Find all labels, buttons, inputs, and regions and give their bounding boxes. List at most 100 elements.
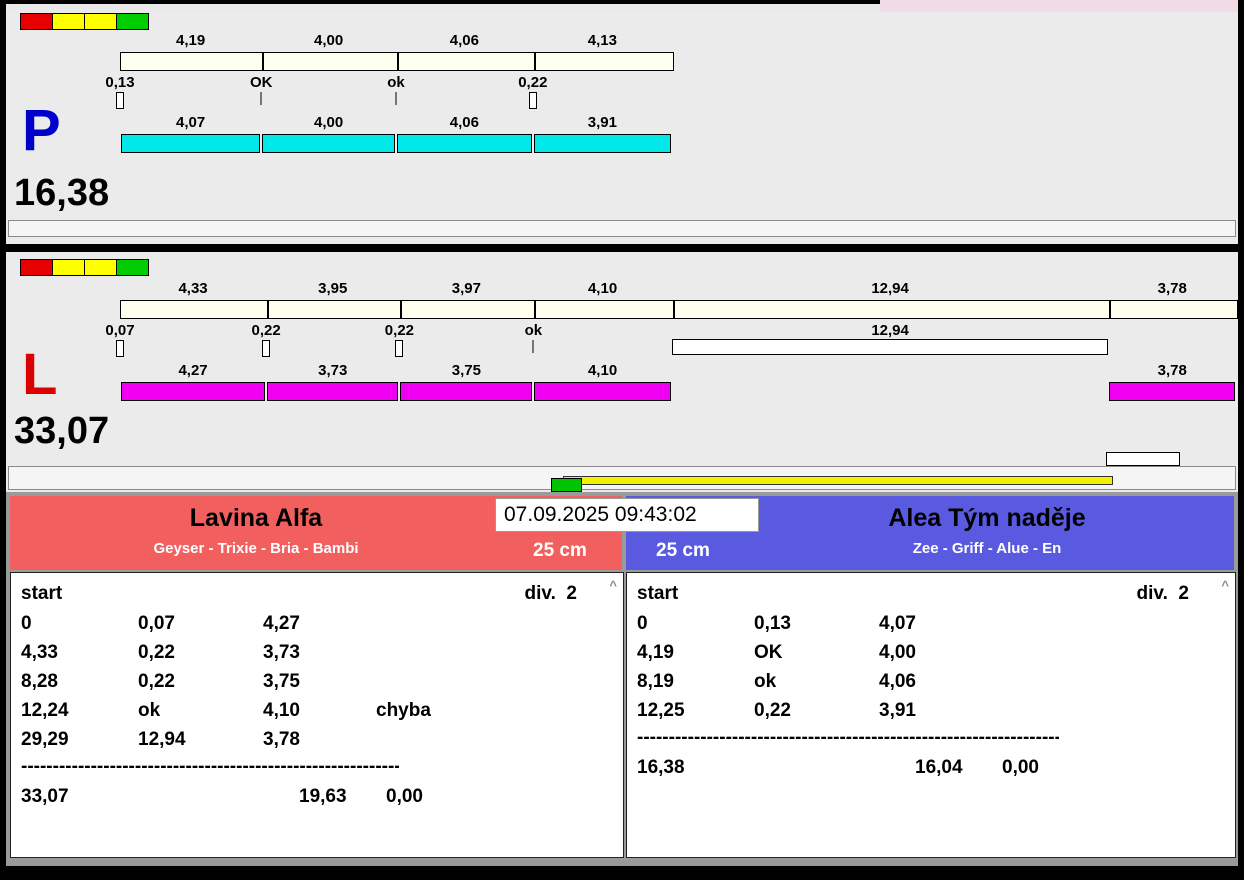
split-time-top: 4,06: [449, 32, 479, 49]
status-light: [20, 13, 53, 30]
split-time-top: 3,97: [451, 280, 481, 297]
results-section: Lavina Alfa Geyser - Trixie - Bria - Bam…: [6, 492, 1238, 866]
results-cell: chyba: [376, 700, 431, 721]
segment-divider: [397, 53, 399, 70]
results-cell: 0,13: [754, 613, 791, 634]
gap-time-label: ok: [524, 322, 543, 339]
results-cell: 3,91: [879, 700, 916, 721]
split-time-bottom: 3,78: [1157, 362, 1187, 379]
status-light: [84, 259, 117, 276]
panel-divider: [6, 244, 1238, 252]
status-light: [84, 13, 117, 30]
segment-divider: [672, 301, 675, 318]
gap-tick: [116, 340, 124, 357]
results-row: 29,29 12,94 3,78: [11, 729, 623, 756]
gap-tick: [395, 92, 397, 105]
split-time-top: 4,19: [175, 32, 206, 49]
total-cell: 0,00: [386, 786, 423, 807]
race-progress-bar: [563, 476, 1113, 485]
gap-tick: [532, 340, 534, 353]
split-time-top: 3,78: [1157, 280, 1187, 297]
results-row: 4,19 OK 4,00: [627, 642, 1235, 669]
lane-p-progress-track: [8, 220, 1236, 237]
results-header-row: start div. 2: [11, 583, 623, 610]
results-row: 8,19 ok 4,06: [627, 671, 1235, 698]
separator-row: ----------------------------------------…: [21, 756, 399, 777]
start-label: start: [637, 583, 679, 604]
results-cell: 4,27: [263, 613, 300, 634]
split-bar-bottom: [400, 382, 533, 401]
results-cell: 12,25: [637, 700, 685, 721]
results-row: 4,33 0,22 3,73: [11, 642, 623, 669]
split-bar-bottom: [397, 134, 532, 153]
team-left-name: Lavina Alfa: [189, 504, 323, 532]
segment-divider: [534, 301, 537, 318]
gap-time-label: ok: [387, 74, 405, 91]
split-time-bottom: 4,07: [175, 114, 206, 131]
results-cell: 0,22: [754, 700, 791, 721]
gap-time-label: 0,22: [518, 74, 548, 91]
results-cell: 4,33: [21, 642, 58, 663]
status-light: [20, 259, 53, 276]
split-time-bottom: 4,06: [449, 114, 479, 131]
total-row: 33,07 19,63 0,00: [11, 786, 623, 813]
results-cell: 0: [21, 613, 32, 634]
team-left-members: Geyser - Trixie - Bria - Bambi: [153, 540, 359, 557]
division-label: div. 2: [1136, 583, 1189, 604]
split-time-top: 4,33: [178, 280, 208, 297]
results-row: 12,24 ok 4,10 chyba: [11, 700, 623, 727]
status-light: [116, 13, 149, 30]
split-time-bottom: 4,27: [178, 362, 208, 379]
split-bar-bottom: [121, 382, 266, 401]
results-cell: 3,75: [263, 671, 300, 692]
gap-time-label: 0,22: [384, 322, 415, 339]
split-time-bottom: 3,91: [587, 114, 617, 131]
gap-time-label: 0,13: [105, 74, 135, 91]
lane-l-panel: 4,33 0,07 4,27 3,95 0,22 3,73 3,97 0,22 3,75 4,10…: [6, 252, 1238, 492]
results-cell: 4,10: [263, 700, 300, 721]
split-time-top: 3,95: [318, 280, 348, 297]
segment-divider: [1109, 301, 1112, 318]
split-time-top: 4,13: [587, 32, 617, 49]
results-row: 8,28 0,22 3,75: [11, 671, 623, 698]
total-cell: 19,63: [299, 786, 347, 807]
split-bar-bottom: [121, 134, 261, 153]
split-time-top: 4,10: [587, 280, 618, 297]
segment-divider: [267, 301, 270, 318]
division-label: div. 2: [524, 583, 577, 604]
split-time-bottom: 3,75: [451, 362, 481, 379]
gap-time-label: 0,22: [251, 322, 281, 339]
scrollbar-up-icon[interactable]: ^: [1221, 578, 1229, 593]
scrollbar-up-icon[interactable]: ^: [609, 578, 617, 593]
gap-time-label: 0,07: [105, 322, 135, 339]
separator-row: ----------------------------------------…: [637, 727, 1059, 748]
results-cell: ok: [754, 671, 777, 692]
results-row: 0 0,07 4,27: [11, 613, 623, 640]
status-light: [116, 259, 149, 276]
results-cell: OK: [754, 642, 783, 663]
results-cell: 0,22: [138, 642, 175, 663]
results-cell: 4,07: [879, 613, 916, 634]
lane-l-label: L: [22, 342, 58, 407]
team-left-category: 25 cm: [533, 540, 587, 561]
gap-tick: [395, 340, 404, 357]
team-right-category: 25 cm: [656, 540, 710, 561]
start-label: start: [21, 583, 63, 604]
segment-divider: [533, 53, 536, 70]
gap-time-label: 12,94: [871, 322, 909, 339]
split-time-top: 12,94: [871, 280, 909, 297]
lane-l-indicator-box: [1106, 452, 1180, 466]
app-window: 4,19 0,13 4,07 4,00 OK 4,00 4,06 ok 4,06 4,13 0,22…: [6, 0, 1238, 866]
gap-tick: [116, 92, 124, 109]
split-time-bottom: 4,00: [313, 114, 344, 131]
datetime-display: 07.09.2025 09:43:02: [495, 498, 759, 532]
results-cell: 29,29: [21, 729, 69, 750]
gap-tick: [260, 92, 262, 105]
lane-p-total-time: 16,38: [14, 172, 110, 214]
total-row: 16,38 16,04 0,00: [627, 757, 1235, 784]
team-left-results-table: start div. 2 0 0,07 4,27 4,33 0,22 3,73 8,28 0,22…: [10, 572, 624, 858]
split-time-top: 4,00: [313, 32, 344, 49]
split-bar-top: [120, 52, 674, 71]
lane-p-status-lights: [20, 13, 149, 30]
status-light: [52, 13, 85, 30]
